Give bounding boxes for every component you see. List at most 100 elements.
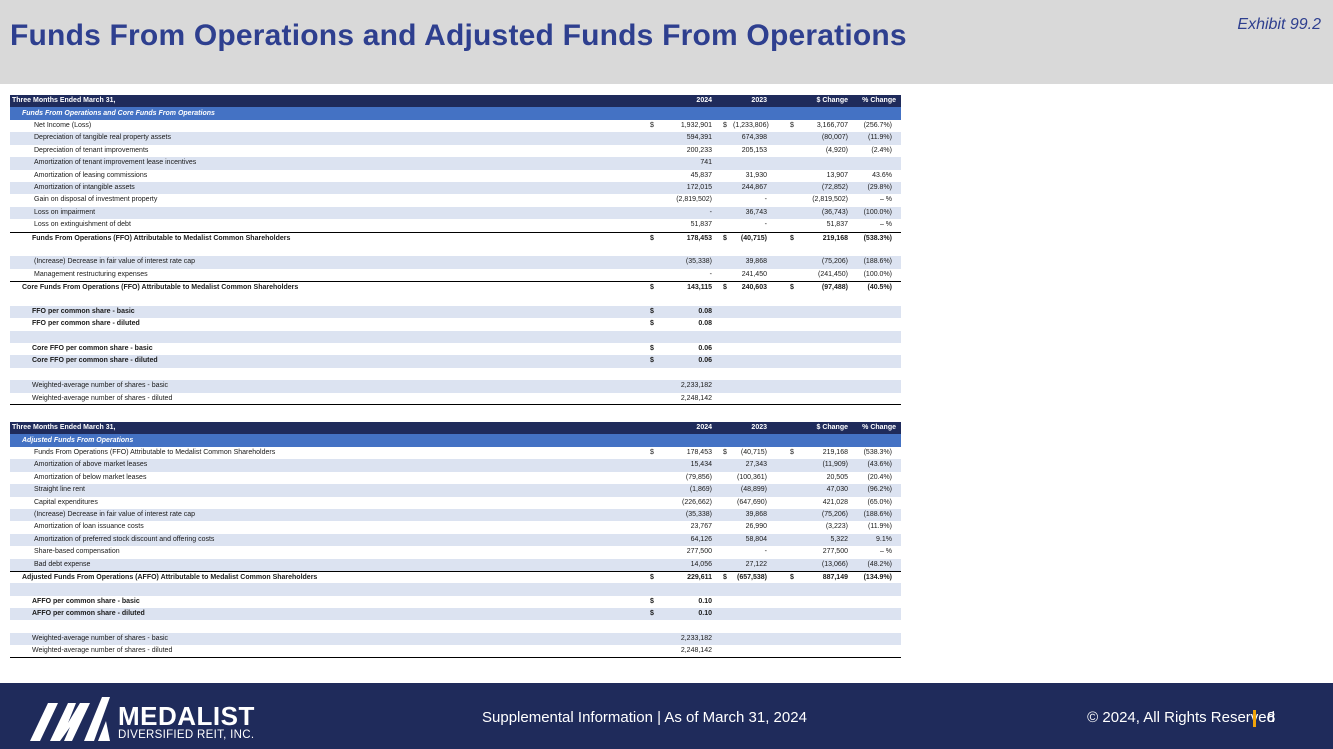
value-2024: 2,248,142 (680, 647, 712, 655)
row-label: Core FFO per common share - diluted (32, 357, 158, 365)
table-row: Amortization of loan issuance costs 23,76… (10, 521, 901, 534)
value-2023: - (764, 196, 767, 204)
medalist-logo: MEDALIST DIVERSIFIED REIT, INC. (28, 691, 268, 745)
table-header: Three Months Ended March 31, 2024 2023 $ Ch… (10, 95, 901, 107)
dollar-change: (80,007) (821, 134, 848, 142)
value-2024: 0.06 (698, 345, 712, 353)
value-2024: 15,434 (690, 461, 712, 469)
value-2023: (48,899) (740, 486, 767, 494)
value-2024: (2,819,502) (676, 196, 712, 204)
value-2023: - (764, 221, 767, 229)
value-2024: 2,248,142 (680, 394, 712, 402)
section-label: Funds From Operations and Core Funds Fro… (22, 110, 215, 117)
page-header: Funds From Operations and Adjusted Funds… (0, 0, 1333, 84)
currency-change: $ (790, 449, 794, 456)
copyright-text: © 2024, All Rights Reserved (1087, 709, 1275, 726)
spacer-row (10, 293, 901, 306)
period-header: Three Months Ended March 31, (12, 97, 116, 104)
row-label: Core FFO per common share - basic (32, 345, 153, 353)
row-label: Management restructuring expenses (34, 270, 148, 278)
col-percent-header: % Change (862, 424, 896, 431)
ffo-table: Three Months Ended March 31, 2024 2023 $ Ch… (10, 95, 901, 405)
col-change-header: $ Change (816, 424, 848, 431)
col-change-header: $ Change (816, 97, 848, 104)
currency-2024: $ (650, 449, 654, 456)
dollar-change: (75,206) (821, 258, 848, 266)
section-title: Funds From Operations and Core Funds Fro… (10, 107, 901, 120)
value-2024: 594,391 (686, 134, 712, 142)
table-row: Share-based compensation 277,500 - 277,500 –… (10, 546, 901, 559)
value-2023: 244,867 (741, 183, 767, 191)
slide: Funds From Operations and Adjusted Funds… (0, 0, 1333, 749)
table-row: Depreciation of tenant improvements 200,2… (10, 144, 901, 158)
percent-change: (96.2%) (867, 486, 892, 494)
row-label: Loss on extinguishment of debt (34, 221, 131, 229)
table-row: Amortization of preferred stock discount… (10, 533, 901, 547)
value-2023: 241,450 (741, 270, 767, 278)
value-2023: (1,233,806) (733, 122, 769, 129)
row-label: Loss on impairment (34, 208, 96, 216)
percent-change: – % (879, 548, 892, 556)
percent-change: (20.4%) (867, 473, 892, 481)
page-number: 8 (1267, 709, 1276, 726)
dollar-change: (2,819,502) (812, 196, 848, 204)
dollar-change: (4,920) (825, 146, 848, 154)
value-2024: 0.08 (698, 307, 712, 315)
value-2023: 674,398 (741, 134, 767, 142)
value-2024: 1,932,901 (680, 122, 712, 129)
table-row: Amortization of leasing commissions 45,83… (10, 169, 901, 182)
percent-change: (48.2%) (867, 560, 892, 568)
table-row: Depreciation of tangible real property a… (10, 132, 901, 145)
value-2024: 14,056 (690, 560, 712, 568)
dollar-change: (11,909) (822, 461, 848, 469)
percent-change: (43.6%) (867, 461, 892, 469)
row-label: Straight line rent (34, 486, 85, 494)
table-row: (Increase) Decrease in fair value of int… (10, 256, 901, 269)
footer-info: Supplemental Information | As of March 3… (482, 709, 807, 726)
percent-change: (11.9%) (868, 523, 892, 531)
dollar-change: (72,852) (821, 183, 848, 191)
value-2023: 39,868 (745, 510, 767, 518)
row-label: Amortization of above market leases (34, 461, 148, 469)
table-row: FFO per common share - diluted $0.08 (10, 318, 901, 331)
row-label: Depreciation of tenant improvements (34, 146, 149, 154)
dollar-change: 20,505 (826, 473, 848, 481)
percent-change: (29.8%) (867, 183, 892, 191)
section-label: Adjusted Funds From Operations (22, 437, 134, 444)
value-2023: 27,343 (745, 461, 767, 469)
table-row: Capital expenditures (226,662) (647,690) 42… (10, 496, 901, 509)
spacer-row (10, 330, 901, 344)
row-label: Amortization of loan issuance costs (34, 523, 144, 531)
page-footer: MEDALIST DIVERSIFIED REIT, INC. Suppleme… (0, 683, 1333, 749)
value-2024: 0.10 (698, 610, 712, 618)
spacer-row (10, 243, 901, 257)
value-2024: 178,453 (686, 449, 712, 456)
currency-2024: $ (650, 307, 654, 315)
row-label: Gain on disposal of investment property (34, 196, 158, 204)
dollar-change: 51,837 (826, 221, 848, 229)
dollar-change: 5,322 (830, 535, 848, 543)
currency-2023: $ (723, 449, 727, 456)
percent-change: (100.0%) (863, 270, 892, 278)
value-2024: (79,856) (685, 473, 712, 481)
value-2024: (226,662) (682, 498, 712, 506)
dollar-change: (241,450) (818, 270, 848, 278)
row-label: AFFO per common share - diluted (32, 610, 145, 618)
table-row: Adjusted Funds From Operations (AFFO) At… (10, 570, 901, 584)
medalist-logo-icon (30, 697, 110, 741)
period-header: Three Months Ended March 31, (12, 424, 116, 431)
row-label: FFO per common share - basic (32, 307, 135, 315)
value-2024: 0.10 (698, 597, 712, 605)
table-row: Amortization of above market leases 15,43… (10, 459, 901, 472)
value-2023: (100,361) (737, 473, 767, 481)
page-title: Funds From Operations and Adjusted Funds… (10, 19, 907, 52)
dollar-change: 13,907 (826, 171, 848, 179)
table-row: AFFO per common share - basic $0.10 (10, 595, 901, 609)
table-row: Weighted-average number of shares - dilu… (10, 645, 901, 658)
row-label: Amortization of tenant improvement lease… (34, 159, 197, 167)
value-2024: 64,126 (690, 535, 712, 543)
percent-change: (188.6%) (863, 258, 892, 266)
value-2024: 277,500 (686, 548, 712, 556)
value-2023: 27,122 (745, 560, 767, 568)
col-2024-header: 2024 (696, 97, 712, 104)
